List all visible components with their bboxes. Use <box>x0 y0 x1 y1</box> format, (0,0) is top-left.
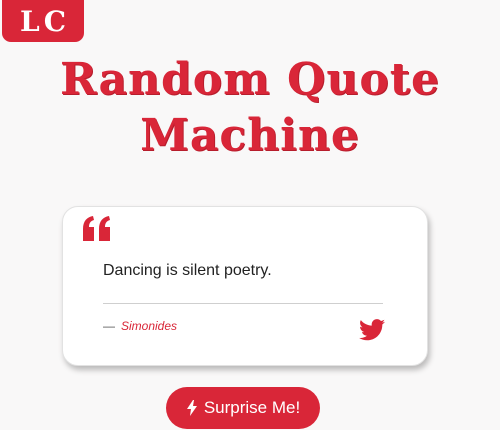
twitter-icon[interactable] <box>359 319 385 341</box>
surprise-button[interactable]: Surprise Me! <box>166 387 320 429</box>
author-row: — Simonides <box>103 319 177 333</box>
bolt-icon <box>186 400 197 416</box>
author-dash: — <box>103 319 115 333</box>
surprise-label: Surprise Me! <box>203 398 301 417</box>
logo-text: LC <box>20 4 70 38</box>
quote-card: Dancing is silent poetry. — Simonides <box>62 206 428 366</box>
logo[interactable]: LC <box>2 0 84 42</box>
quote-left-icon <box>83 216 110 241</box>
divider <box>103 303 383 304</box>
quote-text: Dancing is silent poetry. <box>103 262 272 279</box>
page-title: Random Quote Machine <box>0 52 500 164</box>
page-title-line1: Random Quote <box>59 54 441 105</box>
page: LC Random Quote Machine Dancing is silen… <box>0 0 500 430</box>
page-title-line2: Machine <box>140 110 360 161</box>
author-name: Simonides <box>121 319 178 333</box>
